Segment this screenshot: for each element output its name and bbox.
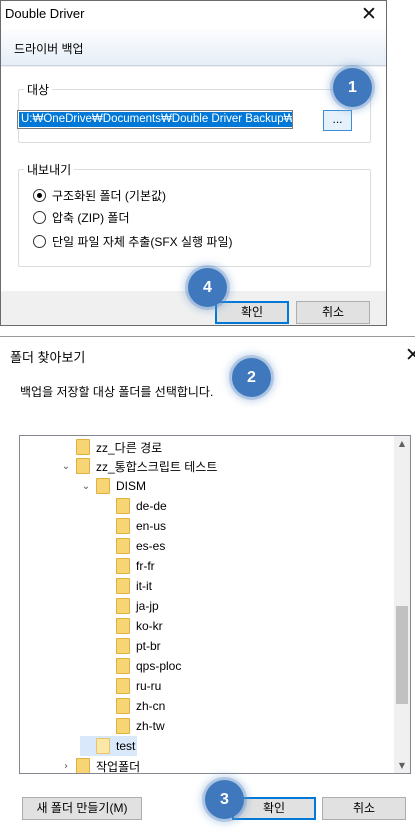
folder-icon — [76, 758, 90, 773]
radio-checked-icon[interactable] — [33, 188, 46, 202]
tree-item-label: 작업폴더 — [96, 759, 141, 774]
step-badge-4: 4 — [188, 268, 227, 307]
folder-icon — [116, 678, 130, 694]
instruction-text: 백업을 저장할 대상 폴더를 선택합니다. — [20, 385, 214, 399]
tree-item[interactable]: ko-kr — [100, 616, 163, 636]
step-badge-1: 1 — [333, 68, 372, 107]
tree-item[interactable]: fr-fr — [100, 556, 155, 576]
dialog-content: 대상 U:₩OneDrive₩Documents₩Double Driver B… — [1, 67, 386, 291]
tree-item-label: zz_통합스크립트 테스트 — [96, 459, 218, 474]
tree-item[interactable]: zh-cn — [100, 696, 165, 716]
folder-icon — [76, 439, 90, 455]
tree-item-label: ko-kr — [136, 619, 163, 633]
new-folder-button[interactable]: 새 폴더 만들기(M) — [22, 797, 142, 820]
header-title: 드라이버 백업 — [14, 42, 84, 56]
chevron-right-icon[interactable]: › — [60, 761, 72, 772]
close-icon[interactable]: ✕ — [403, 345, 415, 365]
tree-item[interactable]: ⌄ zz_통합스크립트 테스트 — [60, 456, 217, 476]
option-label: 단일 파일 자체 추출(SFX 실행 파일) — [52, 234, 233, 249]
tree-item-label: fr-fr — [136, 559, 155, 573]
option-label: 구조화된 폴더 (기본값) — [52, 188, 167, 203]
tree-item[interactable]: ru-ru — [100, 676, 161, 696]
folder-icon — [116, 578, 130, 594]
tree-item[interactable]: qps-ploc — [100, 656, 181, 676]
chevron-down-icon[interactable]: ⌄ — [80, 481, 92, 492]
tree-item-label: it-it — [136, 579, 152, 593]
ok-button[interactable]: 확인 — [215, 301, 289, 324]
ok-button[interactable]: 확인 — [232, 797, 316, 820]
browse-button[interactable]: ... — [323, 110, 352, 131]
tree-item-label: es-es — [136, 539, 166, 553]
tree-item-label: ja-jp — [136, 599, 159, 613]
radio-unchecked-icon[interactable] — [33, 234, 46, 248]
tree-item-label: DISM — [116, 479, 146, 493]
folder-icon — [116, 518, 130, 534]
tree-item-label: zh-cn — [136, 699, 166, 713]
tree-item[interactable]: zz_다른 경로 — [60, 437, 162, 457]
folder-icon — [116, 618, 130, 634]
folder-icon — [116, 718, 130, 734]
tree-item[interactable]: es-es — [100, 536, 165, 556]
folder-icon — [116, 538, 130, 554]
folder-icon — [116, 658, 130, 674]
folder-icon — [116, 558, 130, 574]
target-path-field[interactable]: U:₩OneDrive₩Documents₩Double Driver Back… — [17, 110, 293, 129]
window-title: Double Driver — [5, 6, 85, 21]
tree-item-label: pt-br — [136, 639, 161, 653]
cancel-button[interactable]: 취소 — [322, 797, 406, 820]
tree-item[interactable]: de-de — [100, 496, 167, 516]
tree-scrollbar[interactable]: ▲ ▼ — [394, 436, 410, 773]
scroll-thumb[interactable] — [396, 606, 408, 704]
title-bar: Double Driver ✕ — [1, 1, 386, 29]
cancel-button[interactable]: 취소 — [296, 301, 370, 324]
tree-item[interactable]: en-us — [100, 516, 166, 536]
tree-item-selected[interactable]: test — [80, 736, 138, 756]
target-path-value: U:₩OneDrive₩Documents₩Double Driver Back… — [19, 112, 292, 127]
export-group-label: 내보내기 — [27, 163, 72, 177]
folder-icon — [96, 478, 110, 494]
tree-item-label: de-de — [136, 499, 167, 513]
target-group-label: 대상 — [27, 83, 50, 97]
chevron-down-icon[interactable]: ⌄ — [60, 461, 72, 472]
folder-icon — [116, 498, 130, 514]
folder-icon — [116, 598, 130, 614]
option-structured-folder[interactable]: 구조화된 폴더 (기본값) — [33, 187, 166, 203]
tree-item-label: zz_다른 경로 — [96, 440, 163, 455]
tree-item[interactable]: ja-jp — [100, 596, 159, 616]
radio-unchecked-icon[interactable] — [33, 210, 46, 224]
folder-icon — [116, 698, 130, 714]
tree-item-label: ru-ru — [136, 679, 162, 693]
folder-icon — [96, 738, 110, 754]
option-sfx-file[interactable]: 단일 파일 자체 추출(SFX 실행 파일) — [33, 233, 232, 249]
option-label: 압축 (ZIP) 폴더 — [52, 210, 130, 225]
folder-tree[interactable]: zz_다른 경로 ⌄ zz_통합스크립트 테스트 ⌄ DISM de-de en… — [19, 435, 411, 774]
tree-item[interactable]: › 작업폴더 — [60, 756, 141, 774]
folder-icon — [76, 458, 90, 474]
folder-icon — [116, 638, 130, 654]
browse-folder-dialog: 폴더 찾아보기 ✕ 백업을 저장할 대상 폴더를 선택합니다. zz_다른 경로… — [0, 336, 415, 835]
tree-item-label: test — [116, 739, 136, 753]
tree-item[interactable]: ⌄ DISM — [80, 476, 146, 496]
scroll-down-arrow-icon[interactable]: ▼ — [397, 761, 407, 770]
tree-item[interactable]: it-it — [100, 576, 152, 596]
close-icon[interactable]: ✕ — [359, 4, 379, 24]
tree-item-label: qps-ploc — [136, 659, 182, 673]
option-zip-folder[interactable]: 압축 (ZIP) 폴더 — [33, 209, 130, 225]
dialog-header: 드라이버 백업 — [1, 29, 386, 66]
step-badge-2: 2 — [232, 358, 271, 397]
scroll-up-arrow-icon[interactable]: ▲ — [397, 439, 407, 448]
tree-item-label: en-us — [136, 519, 167, 533]
window-title: 폴더 찾아보기 — [10, 350, 86, 365]
step-badge-3: 3 — [205, 780, 244, 819]
tree-item[interactable]: pt-br — [100, 636, 161, 656]
tree-item-label: zh-tw — [136, 719, 165, 733]
tree-item[interactable]: zh-tw — [100, 716, 165, 736]
